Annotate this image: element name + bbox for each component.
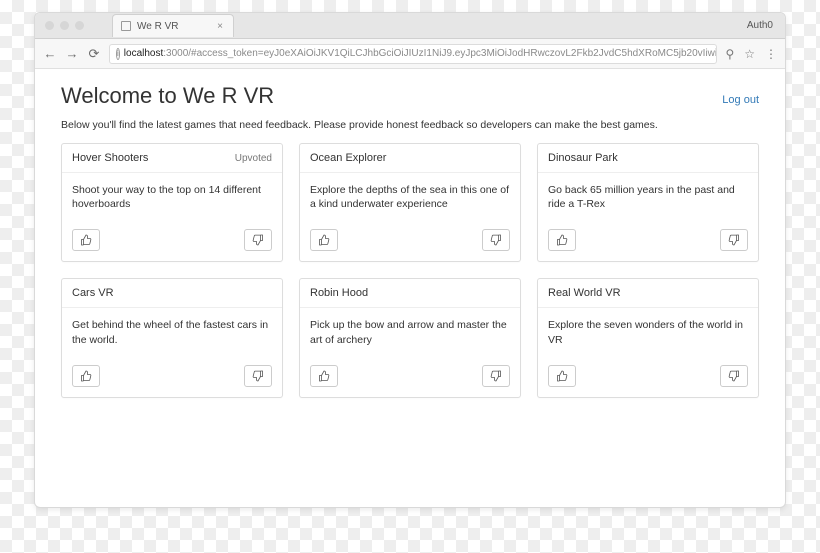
cards-grid: Hover Shooters Upvoted Shoot your way to… xyxy=(61,143,759,398)
downvote-button[interactable] xyxy=(720,229,748,251)
thumbs-down-icon xyxy=(252,370,264,382)
card-title: Robin Hood xyxy=(310,287,368,299)
thumbs-down-icon xyxy=(490,370,502,382)
card-header: Ocean Explorer xyxy=(300,144,520,173)
card-footer xyxy=(300,357,520,397)
downvote-button[interactable] xyxy=(720,365,748,387)
card-description: Explore the seven wonders of the world i… xyxy=(538,308,758,356)
extension-label[interactable]: Auth0 xyxy=(747,20,785,31)
card-status-badge: Upvoted xyxy=(235,153,272,164)
tab-strip: We R VR × Auth0 xyxy=(35,13,785,39)
card-footer xyxy=(62,357,282,397)
browser-window: We R VR × Auth0 ← → ⟳ i localhost:3000/#… xyxy=(34,12,786,508)
downvote-button[interactable] xyxy=(482,365,510,387)
address-bar[interactable]: i localhost:3000/#access_token=eyJ0eXAiO… xyxy=(109,44,717,64)
password-key-icon[interactable]: ⚲ xyxy=(725,47,734,61)
card-title: Hover Shooters xyxy=(72,152,148,164)
thumbs-down-icon xyxy=(252,234,264,246)
browser-menu-icon[interactable]: ⋮ xyxy=(765,47,777,61)
nav-back-icon[interactable]: ← xyxy=(43,46,57,61)
upvote-button[interactable] xyxy=(72,229,100,251)
card-title: Ocean Explorer xyxy=(310,152,386,164)
card-title: Real World VR xyxy=(548,287,621,299)
card-description: Shoot your way to the top on 14 differen… xyxy=(62,173,282,221)
upvote-button[interactable] xyxy=(548,229,576,251)
card-description: Explore the depths of the sea in this on… xyxy=(300,173,520,221)
card-header: Robin Hood xyxy=(300,279,520,308)
browser-actions: ⚲ ☆ ⋮ xyxy=(725,47,777,61)
card-footer xyxy=(538,221,758,261)
upvote-button[interactable] xyxy=(548,365,576,387)
window-controls xyxy=(35,21,84,30)
downvote-button[interactable] xyxy=(244,365,272,387)
site-info-icon[interactable]: i xyxy=(116,48,120,60)
card-description: Pick up the bow and arrow and master the… xyxy=(300,308,520,356)
downvote-button[interactable] xyxy=(244,229,272,251)
url-path: :3000/#access_token=eyJ0eXAiOiJKV1QiLCJh… xyxy=(163,48,717,59)
browser-tab[interactable]: We R VR × xyxy=(112,14,234,37)
card-footer xyxy=(538,357,758,397)
game-card: Ocean Explorer Explore the depths of the… xyxy=(299,143,521,262)
tab-title: We R VR xyxy=(137,21,179,32)
thumbs-down-icon xyxy=(490,234,502,246)
card-description: Get behind the wheel of the fastest cars… xyxy=(62,308,282,356)
url-host: localhost xyxy=(124,48,163,59)
thumbs-down-icon xyxy=(728,370,740,382)
nav-forward-icon[interactable]: → xyxy=(65,46,79,61)
card-header: Real World VR xyxy=(538,279,758,308)
thumbs-up-icon xyxy=(556,234,568,246)
downvote-button[interactable] xyxy=(482,229,510,251)
card-header: Hover Shooters Upvoted xyxy=(62,144,282,173)
page-favicon-icon xyxy=(121,21,131,31)
upvote-button[interactable] xyxy=(310,365,338,387)
bookmark-star-icon[interactable]: ☆ xyxy=(744,47,755,61)
card-header: Dinosaur Park xyxy=(538,144,758,173)
card-description: Go back 65 million years in the past and… xyxy=(538,173,758,221)
minimize-window-icon[interactable] xyxy=(60,21,69,30)
page-subtitle: Below you'll find the latest games that … xyxy=(61,119,759,131)
game-card: Real World VR Explore the seven wonders … xyxy=(537,278,759,397)
game-card: Cars VR Get behind the wheel of the fast… xyxy=(61,278,283,397)
upvote-button[interactable] xyxy=(310,229,338,251)
card-title: Dinosaur Park xyxy=(548,152,618,164)
card-title: Cars VR xyxy=(72,287,114,299)
close-tab-icon[interactable]: × xyxy=(217,21,223,32)
thumbs-up-icon xyxy=(80,370,92,382)
thumbs-up-icon xyxy=(318,234,330,246)
thumbs-up-icon xyxy=(318,370,330,382)
close-window-icon[interactable] xyxy=(45,21,54,30)
card-header: Cars VR xyxy=(62,279,282,308)
thumbs-down-icon xyxy=(728,234,740,246)
game-card: Dinosaur Park Go back 65 million years i… xyxy=(537,143,759,262)
browser-toolbar: ← → ⟳ i localhost:3000/#access_token=eyJ… xyxy=(35,39,785,69)
page-content: Welcome to We R VR Log out Below you'll … xyxy=(35,69,785,418)
card-footer xyxy=(300,221,520,261)
zoom-window-icon[interactable] xyxy=(75,21,84,30)
game-card: Hover Shooters Upvoted Shoot your way to… xyxy=(61,143,283,262)
logout-link[interactable]: Log out xyxy=(722,94,759,106)
page-title: Welcome to We R VR xyxy=(61,83,274,109)
thumbs-up-icon xyxy=(80,234,92,246)
card-footer xyxy=(62,221,282,261)
game-card: Robin Hood Pick up the bow and arrow and… xyxy=(299,278,521,397)
thumbs-up-icon xyxy=(556,370,568,382)
nav-reload-icon[interactable]: ⟳ xyxy=(87,46,101,62)
upvote-button[interactable] xyxy=(72,365,100,387)
